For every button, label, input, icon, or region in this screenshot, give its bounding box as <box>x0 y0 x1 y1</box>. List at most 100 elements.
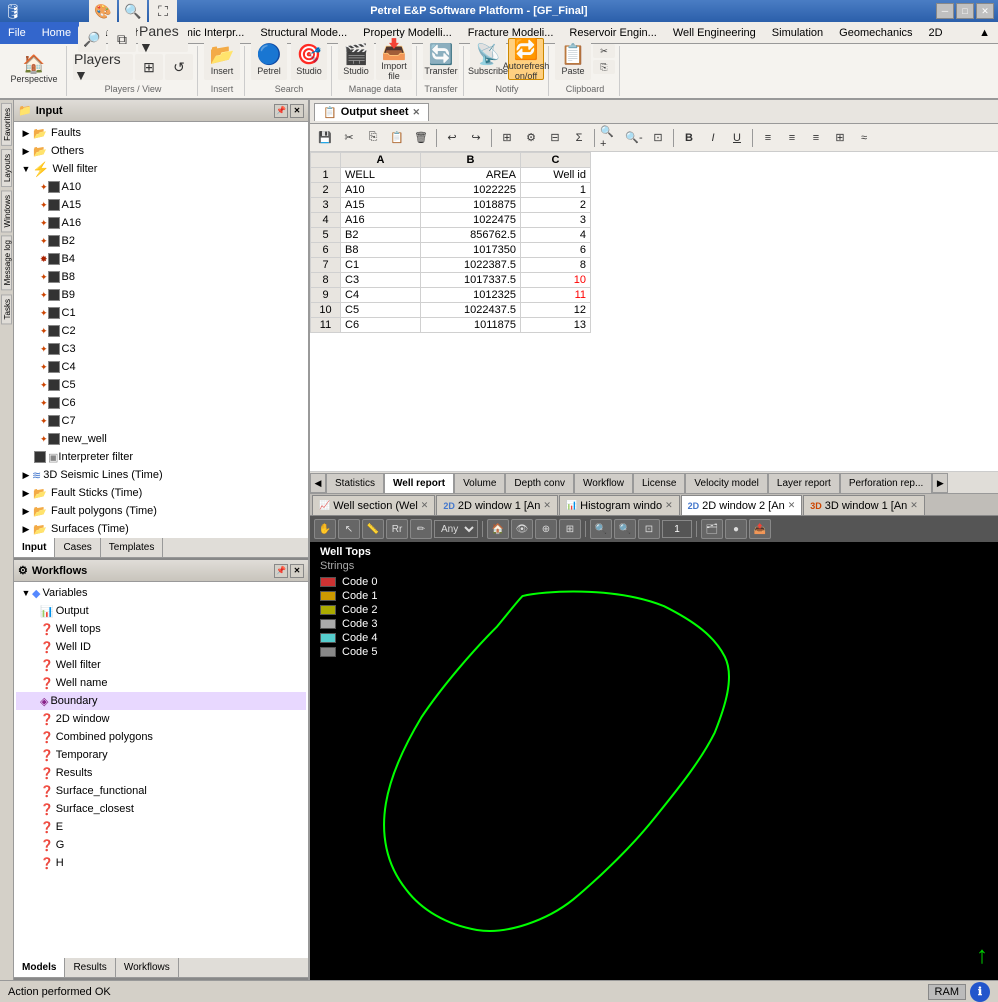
tab-velocitymodel[interactable]: Velocity model <box>685 473 767 493</box>
tab-nav-right[interactable]: ▶ <box>932 473 948 493</box>
cell-b1[interactable]: AREA <box>421 168 521 183</box>
cell-c6[interactable]: 6 <box>521 243 591 258</box>
studio-search-button[interactable]: 🎯Studio <box>291 38 327 80</box>
tab-workflow[interactable]: Workflow <box>574 473 633 493</box>
delete-sheet-btn[interactable]: 🗑 <box>410 127 432 149</box>
redo-btn[interactable]: ↪ <box>465 127 487 149</box>
2d1-close[interactable]: ✕ <box>543 500 551 511</box>
pick-btn[interactable]: Rr <box>386 519 408 539</box>
2d2-close[interactable]: ✕ <box>788 500 796 511</box>
menu-expand[interactable]: ▲ <box>971 22 998 44</box>
cut-sheet-btn[interactable]: ✂ <box>338 127 360 149</box>
players-button[interactable]: Players ▼ <box>73 54 133 80</box>
tree-item-b8[interactable]: ✦ B8 <box>16 268 306 286</box>
zoomfit-view-btn[interactable]: ⊡ <box>638 519 660 539</box>
subscribe-button[interactable]: 📡Subscribe <box>470 38 506 80</box>
tree-item-others[interactable]: ▶ 📂 Others <box>16 142 306 160</box>
tree-item-b4[interactable]: ✸ B4 <box>16 250 306 268</box>
tool-palette-button[interactable]: 🎨 <box>89 0 117 24</box>
cell-a11[interactable]: C6 <box>341 318 421 333</box>
tree-item-a10[interactable]: ✦ A10 <box>16 178 306 196</box>
workflows-pin[interactable]: 📌 <box>274 564 288 578</box>
tree-var-2dwindow[interactable]: ❓ 2D window <box>16 710 306 728</box>
minimize-button[interactable]: ─ <box>936 3 954 19</box>
align-left-btn[interactable]: ≡ <box>757 127 779 149</box>
side-tab-favorites[interactable]: Favorites <box>1 103 12 146</box>
cell-b7[interactable]: 1022387.5 <box>421 258 521 273</box>
workflows-tree[interactable]: ▼ ◆ Variables 📊 Output ❓ Well tops ❓ <box>14 582 308 958</box>
borders-btn[interactable]: ⊞ <box>829 127 851 149</box>
input-panel-close[interactable]: ✕ <box>290 104 304 118</box>
tree-item-c1[interactable]: ✦ C1 <box>16 304 306 322</box>
checkbox-a15[interactable] <box>48 199 60 211</box>
cell-c9[interactable]: 11 <box>521 288 591 303</box>
tree-var-surfaceclosest[interactable]: ❓ Surface_closest <box>16 800 306 818</box>
tab-wellreport[interactable]: Well report <box>384 473 454 493</box>
tab-input[interactable]: Input <box>14 538 55 557</box>
select-tool-btn[interactable]: ✋ <box>314 519 336 539</box>
tree-item-seismic3d[interactable]: ▶ ≋ 3D Seismic Lines (Time) <box>16 466 306 484</box>
checkbox-c6[interactable] <box>48 397 60 409</box>
cell-b6[interactable]: 1017350 <box>421 243 521 258</box>
cell-a2[interactable]: A10 <box>341 183 421 198</box>
checkbox-c3[interactable] <box>48 343 60 355</box>
import-button[interactable]: 📥Importfile <box>376 38 412 80</box>
zoomout-view-btn[interactable]: 🔍 <box>614 519 636 539</box>
tree-item-a15[interactable]: ✦ A15 <box>16 196 306 214</box>
side-tab-tasks[interactable]: Tasks <box>1 294 12 324</box>
tab-layerreport[interactable]: Layer report <box>768 473 840 493</box>
maximize-button[interactable]: □ <box>956 3 974 19</box>
cut-button[interactable]: ✂ <box>593 44 615 58</box>
tab-templates[interactable]: Templates <box>101 538 164 557</box>
cell-c2[interactable]: 1 <box>521 183 591 198</box>
workflows-close[interactable]: ✕ <box>290 564 304 578</box>
sheet-more-btn[interactable]: ⊟ <box>544 127 566 149</box>
tree-item-c4[interactable]: ✦ C4 <box>16 358 306 376</box>
window-tab-2d1[interactable]: 2D 2D window 1 [An ✕ <box>436 495 558 515</box>
side-tab-messagelog[interactable]: Message log <box>1 235 12 290</box>
side-tab-windows[interactable]: Windows <box>1 190 12 232</box>
inspector-button[interactable]: 🔎 <box>78 26 106 52</box>
tree-item-newwell[interactable]: ✦ new_well <box>16 430 306 448</box>
tree-item-a16[interactable]: ✦ A16 <box>16 214 306 232</box>
cell-a9[interactable]: C4 <box>341 288 421 303</box>
tree-item-faultsticks[interactable]: ▶ 📂 Fault Sticks (Time) <box>16 484 306 502</box>
col-header-b[interactable]: B <box>421 153 521 168</box>
ws-close[interactable]: ✕ <box>421 500 429 511</box>
close-button[interactable]: ✕ <box>976 3 994 19</box>
cell-a10[interactable]: C5 <box>341 303 421 318</box>
cell-a3[interactable]: A15 <box>341 198 421 213</box>
menu-2d[interactable]: 2D <box>921 22 951 44</box>
cell-a8[interactable]: C3 <box>341 273 421 288</box>
paste-button[interactable]: 📋Paste <box>555 38 591 80</box>
cell-c1[interactable]: Well id <box>521 168 591 183</box>
tab-nav-left[interactable]: ◀ <box>310 473 326 493</box>
checkbox-c4[interactable] <box>48 361 60 373</box>
zoom-in-btn[interactable]: 🔍+ <box>599 127 621 149</box>
tree-item-c5[interactable]: ✦ C5 <box>16 376 306 394</box>
cell-b4[interactable]: 1022475 <box>421 213 521 228</box>
checkbox-b9[interactable] <box>48 289 60 301</box>
export-btn[interactable]: 📤 <box>749 519 771 539</box>
cell-b3[interactable]: 1018875 <box>421 198 521 213</box>
tree-var-g[interactable]: ❓ G <box>16 836 306 854</box>
menu-welleng[interactable]: Well Engineering <box>665 22 764 44</box>
cell-a1[interactable]: WELL <box>341 168 421 183</box>
checkbox-a16[interactable] <box>48 217 60 229</box>
fill-btn[interactable]: ≈ <box>853 127 875 149</box>
insert-button[interactable]: 📂Insert <box>204 38 240 80</box>
tab-volume[interactable]: Volume <box>454 473 505 493</box>
checkbox-c5[interactable] <box>48 379 60 391</box>
tree-item-b9[interactable]: ✦ B9 <box>16 286 306 304</box>
house-btn[interactable]: 🏠 <box>487 519 509 539</box>
checkbox-b2[interactable] <box>48 235 60 247</box>
cell-b5[interactable]: 856762.5 <box>421 228 521 243</box>
clone-window-button[interactable]: ⧉ <box>108 26 136 52</box>
cell-a5[interactable]: B2 <box>341 228 421 243</box>
tab-perforation[interactable]: Perforation rep... <box>840 473 932 493</box>
cell-c10[interactable]: 12 <box>521 303 591 318</box>
side-tab-layouts[interactable]: Layouts <box>1 149 12 187</box>
sheet-options-btn[interactable]: ⚙ <box>520 127 542 149</box>
zoom-input[interactable] <box>662 520 692 538</box>
menu-geomechanics[interactable]: Geomechanics <box>831 22 920 44</box>
